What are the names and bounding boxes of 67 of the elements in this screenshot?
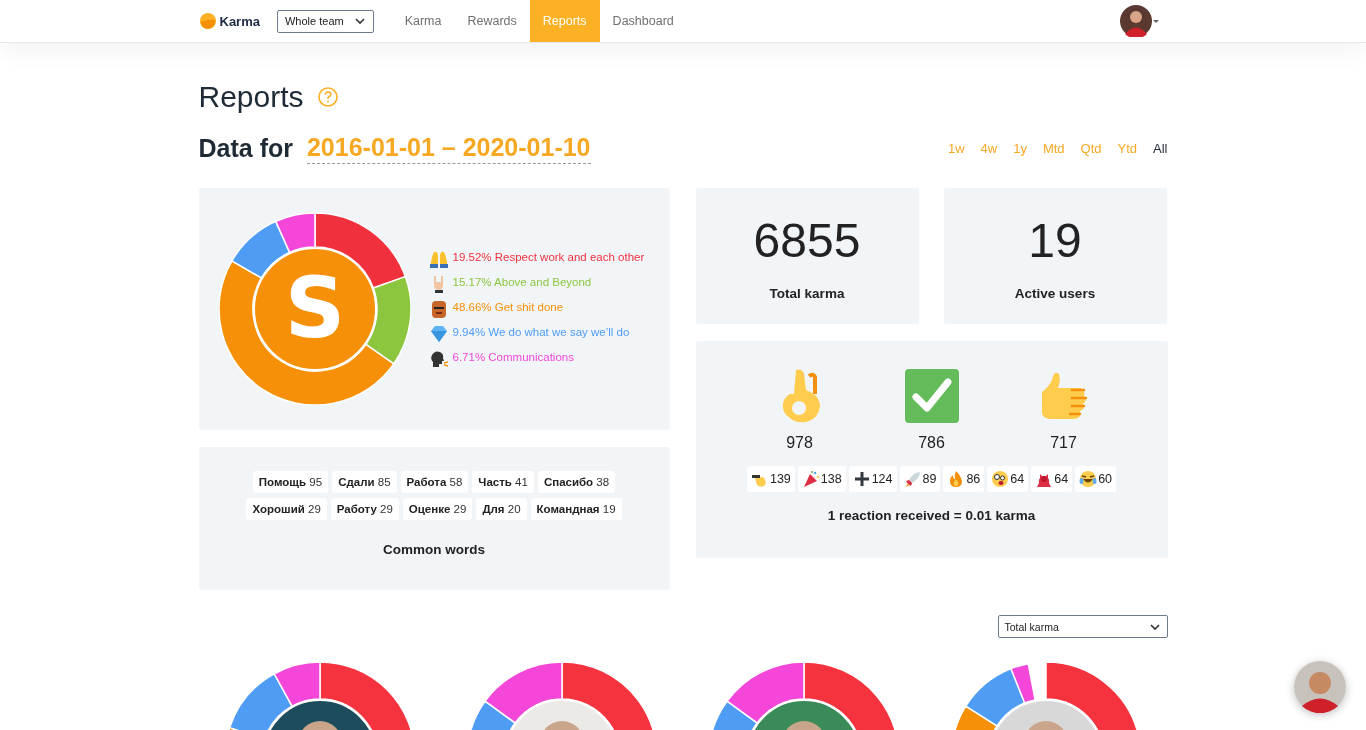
party-popper-icon: [801, 470, 820, 488]
period-link[interactable]: Mtd: [1026, 141, 1065, 156]
avatar-icon: [1119, 5, 1152, 37]
word-tag: Для 20: [476, 498, 527, 520]
avatar-icon: [1294, 661, 1346, 713]
nav-tab[interactable]: Dashboard: [599, 0, 687, 42]
word-tag: Командная 19: [530, 498, 622, 520]
logo-icon: [198, 12, 217, 30]
reaction-chip: 60: [1075, 466, 1117, 492]
stat-label: Total karma: [769, 286, 845, 301]
period-link[interactable]: All: [1137, 141, 1168, 156]
reaction-chip: 86: [943, 466, 985, 492]
chevron-icon: [1148, 621, 1161, 632]
period-link[interactable]: 1w: [931, 141, 965, 156]
reaction-count: 717: [1050, 434, 1077, 452]
rocket-icon: [903, 470, 922, 488]
reaction-count: 978: [786, 434, 813, 452]
word-tag: Работа 58: [400, 471, 469, 493]
legend-label: 15.17% Above and Beyond: [452, 275, 592, 290]
legend-label: 9.94% We do what we say we’ll do: [452, 325, 630, 340]
reaction-chip: 138: [797, 466, 846, 492]
stat-value: 19: [1028, 214, 1082, 268]
help-icon: [317, 87, 338, 107]
word-tag: Хороший 29: [246, 498, 327, 520]
nav-tab[interactable]: Reports: [529, 0, 600, 42]
word-tag: Спасибо 38: [537, 471, 616, 493]
nav-tab[interactable]: Karma: [391, 0, 455, 42]
metric-select[interactable]: Total karma: [997, 615, 1168, 638]
nav-tab[interactable]: Rewards: [454, 0, 530, 42]
word-tag: Работу 29: [330, 498, 399, 520]
reaction-count: 786: [918, 434, 945, 452]
caret-icon: [1152, 19, 1159, 23]
reaction-chip: 124: [848, 466, 897, 492]
period-link[interactable]: 4w: [964, 141, 998, 156]
reaction-chip: 89: [899, 466, 941, 492]
check-box-icon: [903, 368, 960, 424]
brand-name[interactable]: Karma: [219, 13, 260, 29]
karma-rate-note: 1 reaction received = 0.01 karma: [827, 508, 1036, 523]
tears-of-joy-icon: [1079, 470, 1098, 488]
team-logo: S: [252, 247, 377, 371]
period-link[interactable]: Ytd: [1101, 141, 1138, 156]
team-select[interactable]: Whole team: [276, 9, 374, 33]
reaction-chip: 64: [987, 466, 1029, 492]
word-tag: Оценке 29: [402, 498, 473, 520]
word-tag: Сдали 85: [332, 471, 397, 493]
stat-value: 6855: [753, 214, 861, 268]
page-title: Reports: [198, 79, 304, 115]
word-tag: Помощь 95: [252, 471, 329, 493]
date-label: Data for: [198, 134, 293, 163]
praying-hands-icon: [428, 249, 449, 269]
chevron-icon: [353, 16, 366, 26]
plus-icon: [852, 470, 871, 488]
word-tag: Часть 41: [472, 471, 534, 493]
period-link[interactable]: 1y: [997, 141, 1027, 156]
shocked-face-icon: [991, 470, 1010, 488]
chat-avatar[interactable]: [1294, 661, 1346, 713]
period-link[interactable]: Qtd: [1064, 141, 1102, 156]
legend-label: 48.66% Get shit done: [452, 300, 564, 315]
card-title: Common words: [383, 542, 485, 557]
legend-label: 6.71% Communications: [452, 350, 574, 365]
legend-label: 19.52% Respect work and each other: [452, 250, 645, 265]
gem-icon: [428, 324, 449, 344]
reaction-chip: 64: [1031, 466, 1073, 492]
date-range-link[interactable]: 2016-01-01 – 2020-01-10: [306, 133, 591, 164]
stat-label: Active users: [1014, 286, 1096, 301]
reaction-chip: 139: [746, 466, 795, 492]
speaking-head-icon: [428, 349, 449, 369]
